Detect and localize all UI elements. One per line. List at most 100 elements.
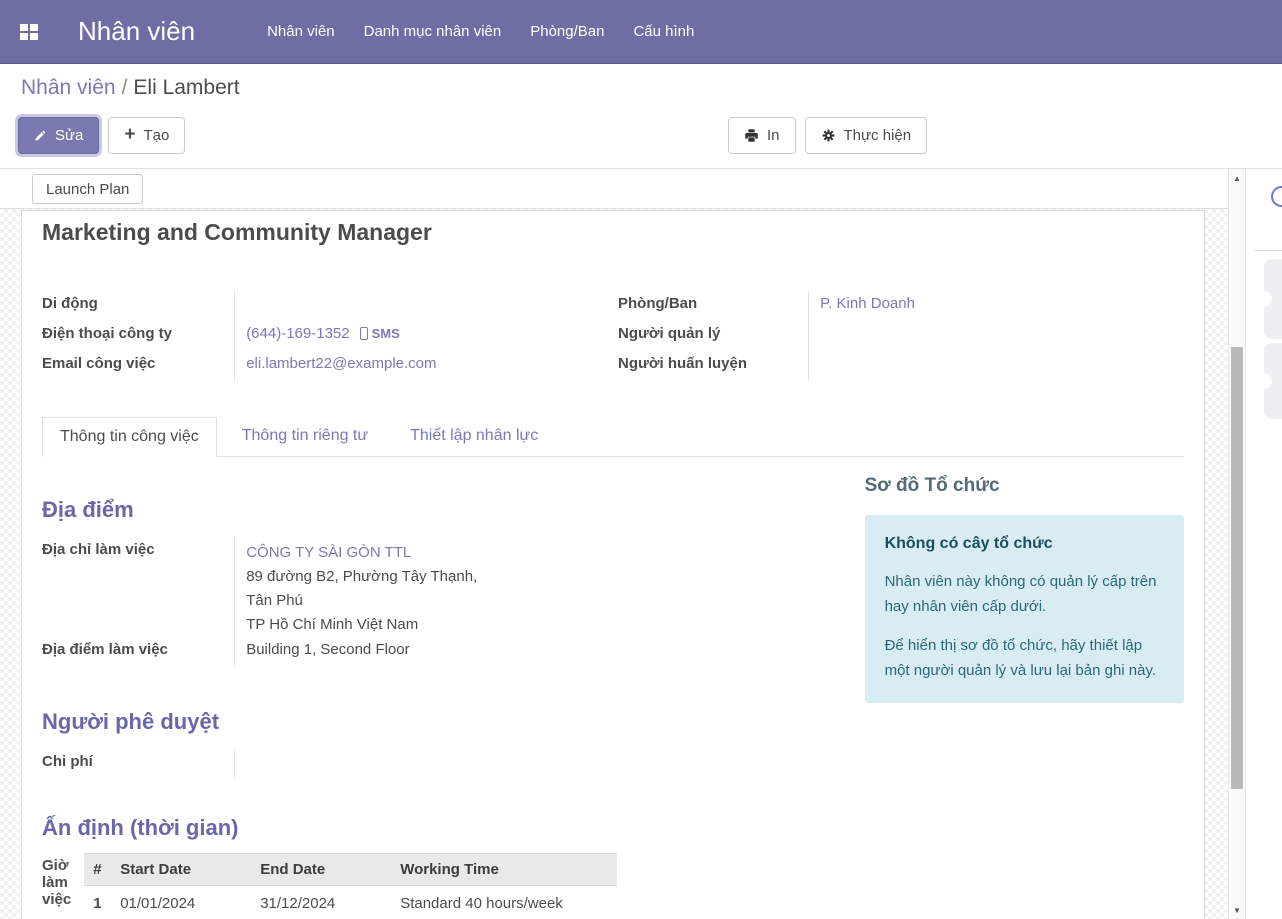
- sms-action[interactable]: SMS: [360, 325, 400, 342]
- contact-field-groups: Di động Điện thoại công ty (644)-169-135…: [42, 291, 1184, 381]
- mobile-value: [234, 291, 592, 321]
- avatar-circle: [1271, 186, 1282, 207]
- table-header-row: # Start Date End Date Working Time: [84, 854, 617, 886]
- alert-paragraph: Để hiển thị sơ đồ tổ chức, hãy thiết lập…: [885, 633, 1164, 683]
- work-info-main-column: Địa điểm Địa chỉ làm việc CÔNG TY SÀI GÒ…: [42, 457, 833, 919]
- control-panel: Nhân viên/Eli Lambert Sửa Tạo In Thực hi…: [0, 64, 1282, 168]
- phone-link[interactable]: (644)-169-1352: [246, 325, 349, 342]
- address-line: TP Hồ Chí Minh Việt Nam: [246, 613, 592, 637]
- launch-plan-button[interactable]: Launch Plan: [32, 174, 143, 204]
- mobile-phone-icon: [360, 327, 368, 340]
- printer-icon: [744, 128, 759, 143]
- scroll-up-icon[interactable]: [1229, 169, 1245, 187]
- form-sheet: Marketing and Community Manager Di động …: [21, 210, 1205, 919]
- create-button[interactable]: Tạo: [108, 117, 185, 154]
- field-group-left: Di động Điện thoại công ty (644)-169-135…: [42, 291, 592, 381]
- nav-item-configuration[interactable]: Cấu hình: [631, 17, 696, 46]
- work-location-value: Building 1, Second Floor: [234, 637, 592, 667]
- address-line: Tân Phú: [246, 589, 592, 613]
- edit-button-label: Sửa: [55, 127, 83, 144]
- job-title: Marketing and Community Manager: [42, 219, 1184, 245]
- plus-icon: [124, 126, 135, 145]
- print-button-label: In: [767, 127, 780, 144]
- department-link[interactable]: P. Kinh Doanh: [820, 295, 915, 312]
- org-chart-empty-alert: Không có cây tổ chức Nhân viên này không…: [865, 515, 1184, 703]
- breadcrumb: Nhân viên/Eli Lambert: [21, 76, 240, 100]
- panel-divider: [1253, 250, 1282, 251]
- mobile-label: Di động: [42, 291, 234, 321]
- department-label: Phòng/Ban: [618, 291, 808, 321]
- expense-label: Chi phí: [42, 749, 234, 779]
- alert-title: Không có cây tổ chức: [885, 535, 1164, 553]
- panel-item[interactable]: [1264, 259, 1282, 339]
- col-header-index: #: [84, 854, 111, 886]
- form-view-content: Launch Plan Marketing and Community Mana…: [0, 168, 1282, 919]
- work-email-label: Email công việc: [42, 351, 234, 381]
- action-button-label: Thực hiện: [844, 127, 912, 144]
- panel-item-notch: [1256, 373, 1272, 389]
- edit-button[interactable]: Sửa: [18, 117, 99, 154]
- apps-grid-icon[interactable]: [20, 24, 38, 40]
- tab-work-information[interactable]: Thông tin công việc: [42, 417, 217, 457]
- breadcrumb-current: Eli Lambert: [133, 76, 239, 99]
- row-start-date: 01/01/2024: [111, 886, 251, 919]
- approvers-section-title: Người phê duyệt: [42, 709, 833, 735]
- print-button[interactable]: In: [728, 117, 796, 154]
- scrollbar-thumb[interactable]: [1231, 347, 1243, 789]
- form-statusbar: Launch Plan: [0, 169, 1228, 209]
- nav-menu: Nhân viên Danh mục nhân viên Phòng/Ban C…: [265, 17, 696, 46]
- org-chart-title: Sơ đồ Tổ chức: [865, 475, 1184, 497]
- field-group-right: Phòng/Ban P. Kinh Doanh Người quản lý Ng…: [618, 291, 1168, 381]
- top-navbar: Nhân viên Nhân viên Danh mục nhân viên P…: [0, 0, 1282, 64]
- right-action-buttons: In Thực hiện: [728, 117, 927, 154]
- org-chart-column: Sơ đồ Tổ chức Không có cây tổ chức Nhân …: [865, 457, 1184, 919]
- location-field-group: Địa chỉ làm việc CÔNG TY SÀI GÒN TTL 89 …: [42, 537, 592, 667]
- nav-item-departments[interactable]: Phòng/Ban: [528, 17, 606, 46]
- company-link[interactable]: CÔNG TY SÀI GÒN TTL: [246, 544, 411, 561]
- schedule-section-title: Ấn định (thời gian): [42, 815, 833, 841]
- col-header-start-date: Start Date: [111, 854, 251, 886]
- nav-item-employees[interactable]: Nhân viên: [265, 17, 337, 46]
- work-address-value: CÔNG TY SÀI GÒN TTL 89 đường B2, Phường …: [234, 537, 592, 637]
- tab-hr-settings[interactable]: Thiết lập nhân lực: [393, 417, 555, 457]
- manager-value: [808, 321, 1168, 351]
- coach-label: Người huấn luyện: [618, 351, 808, 381]
- coach-value: [808, 351, 1168, 381]
- work-phone-label: Điện thoại công ty: [42, 321, 234, 351]
- department-value: P. Kinh Doanh: [808, 291, 1168, 321]
- vertical-scrollbar[interactable]: [1228, 169, 1246, 919]
- gear-icon: [821, 128, 836, 143]
- breadcrumb-parent-link[interactable]: Nhân viên: [21, 76, 116, 99]
- nav-item-employee-directory[interactable]: Danh mục nhân viên: [362, 17, 504, 46]
- panel-item[interactable]: [1264, 343, 1282, 419]
- right-side-panel-clipped: [1246, 169, 1282, 919]
- row-end-date: 31/12/2024: [251, 886, 391, 919]
- notebook-tabs: Thông tin công việc Thông tin riêng tư T…: [42, 417, 1184, 457]
- panel-item-notch: [1256, 291, 1272, 307]
- pencil-icon: [34, 129, 47, 142]
- work-phone-value: (644)-169-1352 SMS: [234, 321, 592, 351]
- manager-label: Người quản lý: [618, 321, 808, 351]
- table-row[interactable]: 1 01/01/2024 31/12/2024 Standard 40 hour…: [84, 886, 617, 919]
- scroll-down-icon[interactable]: [1229, 901, 1245, 919]
- email-link[interactable]: eli.lambert22@example.com: [246, 355, 436, 372]
- schedule-field-group: Giờ làm việc # Start Date End Date Work: [42, 853, 617, 919]
- working-hours-label: Giờ làm việc: [42, 853, 71, 919]
- create-button-label: Tạo: [144, 127, 170, 144]
- work-location-label: Địa điểm làm việc: [42, 637, 234, 667]
- col-header-working-time: Working Time: [391, 854, 617, 886]
- col-header-end-date: End Date: [251, 854, 391, 886]
- row-index: 1: [84, 886, 111, 919]
- left-action-buttons: Sửa Tạo: [18, 117, 185, 154]
- working-hours-table-cell: # Start Date End Date Working Time 1: [71, 853, 617, 919]
- work-email-value: eli.lambert22@example.com: [234, 351, 592, 381]
- alert-paragraph: Nhân viên này không có quản lý cấp trên …: [885, 569, 1164, 619]
- location-section-title: Địa điểm: [42, 497, 833, 523]
- app-title[interactable]: Nhân viên: [78, 16, 195, 47]
- row-working-time: Standard 40 hours/week: [391, 886, 617, 919]
- working-time-table: # Start Date End Date Working Time 1: [84, 853, 617, 919]
- expense-value: [234, 749, 592, 779]
- action-button[interactable]: Thực hiện: [805, 117, 928, 154]
- sms-label: SMS: [372, 326, 400, 341]
- tab-private-information[interactable]: Thông tin riêng tư: [225, 417, 385, 457]
